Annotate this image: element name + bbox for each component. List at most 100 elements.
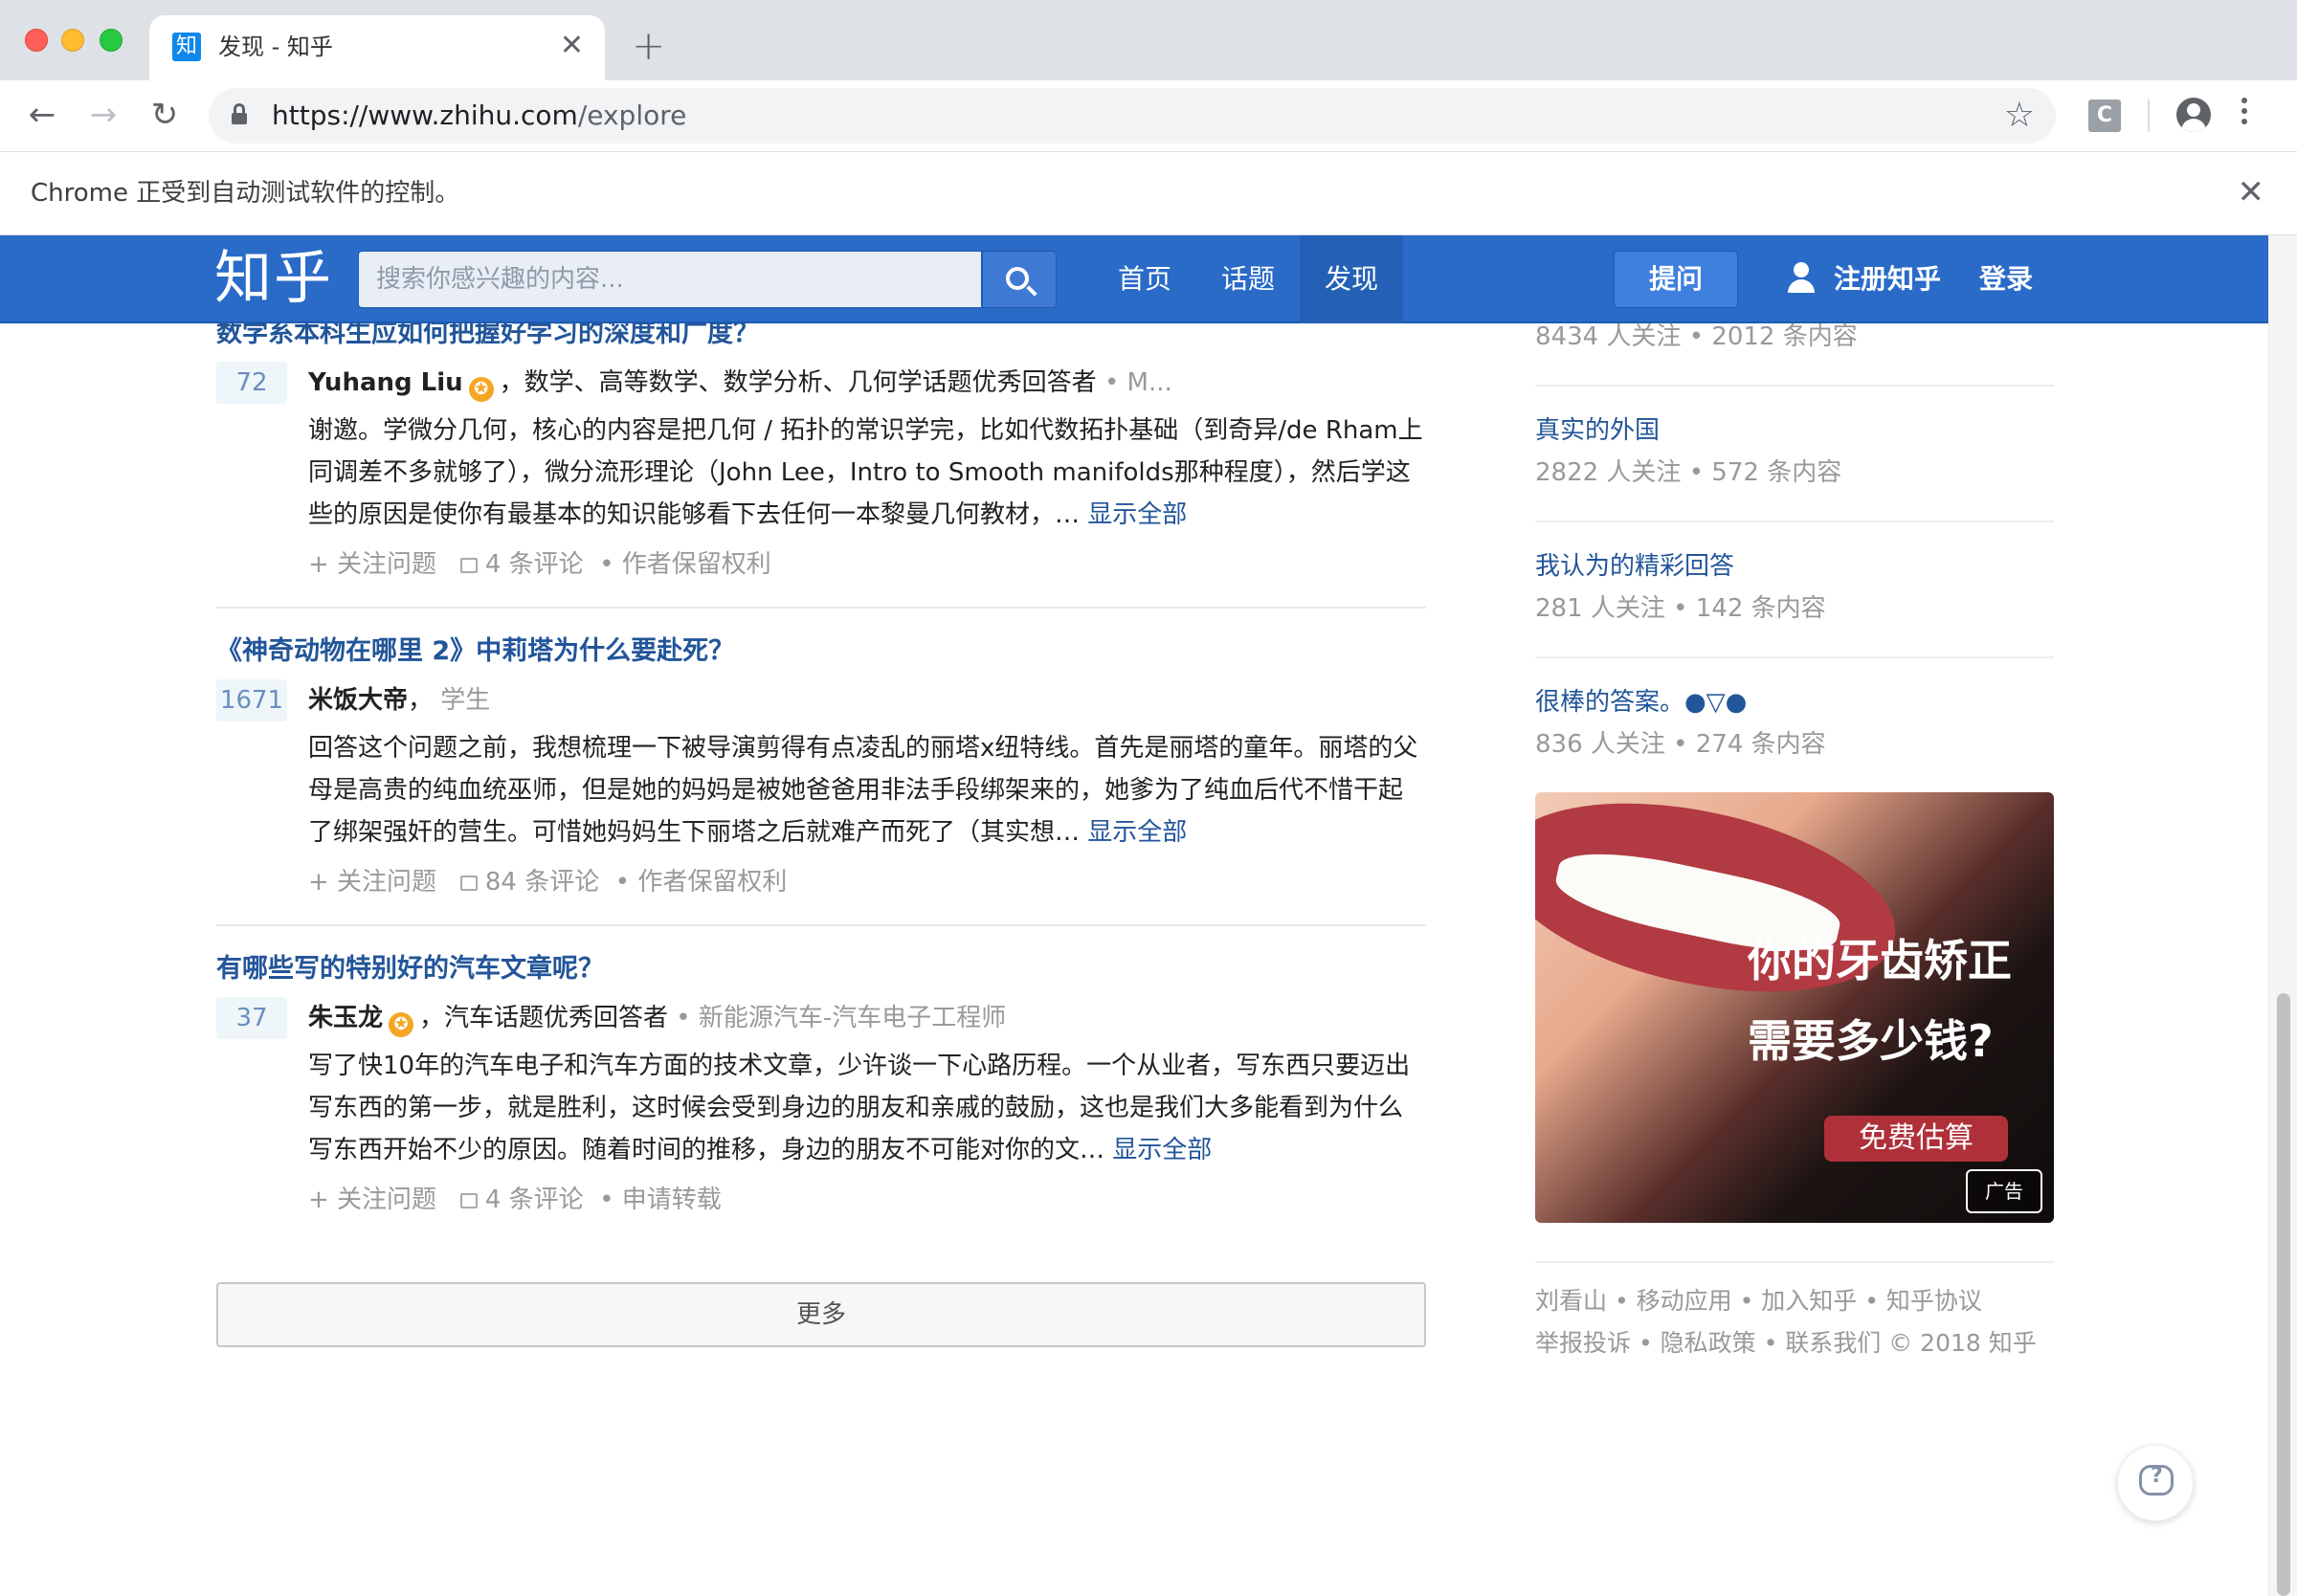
rights-text: • 作者保留权利: [614, 868, 788, 897]
vote-count[interactable]: 1671: [216, 679, 287, 721]
author-name[interactable]: Yuhang Liu: [308, 368, 463, 397]
sidebar-divider: [1535, 385, 2054, 387]
browser-tab[interactable]: 知 发现 - 知乎 ✕: [149, 15, 605, 80]
comments-link[interactable]: 4 条评论: [485, 550, 584, 579]
follow-question-link[interactable]: + 关注问题: [308, 1186, 436, 1214]
nav-topics[interactable]: 话题: [1196, 235, 1300, 323]
author-name[interactable]: 朱玉龙: [308, 1004, 383, 1032]
vote-count[interactable]: 37: [216, 997, 287, 1039]
author-bio-extra: • M...: [1096, 368, 1172, 397]
page-scrollbar[interactable]: [2268, 235, 2297, 1596]
vote-count[interactable]: 72: [216, 362, 287, 404]
collection-meta: 281 人关注 • 142 条内容: [1535, 594, 1826, 623]
author-name[interactable]: 米饭大帝: [308, 686, 408, 715]
ad-label: 广告: [1966, 1169, 2042, 1213]
sidebar-divider: [1535, 521, 2054, 522]
footer-links-row2[interactable]: 举报投诉 • 隐私政策 • 联系我们 © 2018 知乎: [1535, 1326, 2037, 1361]
login-link[interactable]: 登录: [1979, 235, 2033, 323]
follow-question-link[interactable]: + 关注问题: [308, 550, 436, 579]
close-window-button[interactable]: [25, 29, 48, 52]
ad-cta-button[interactable]: 免费估算: [1824, 1116, 2008, 1162]
comments-link[interactable]: 84 条评论: [485, 868, 599, 897]
tab-title: 发现 - 知乎: [218, 33, 333, 60]
search-placeholder: 搜索你感兴趣的内容...: [376, 265, 624, 294]
follow-question-link[interactable]: + 关注问题: [308, 868, 436, 897]
zhihu-header: 知乎 搜索你感兴趣的内容... 首页 话题 发现 提问 注册知乎 登录: [0, 235, 2268, 323]
answer-meta: + 关注问题 84 条评论 • 作者保留权利: [308, 865, 787, 899]
load-more-button[interactable]: 更多: [216, 1282, 1426, 1347]
scrollbar-thumb[interactable]: [2277, 993, 2290, 1596]
zhihu-logo[interactable]: 知乎: [214, 245, 333, 312]
automation-notice: Chrome 正受到自动测试软件的控制。: [31, 179, 460, 208]
show-all-link[interactable]: 显示全部: [1087, 500, 1187, 529]
rights-text: • 申请转载: [599, 1186, 722, 1214]
author-line: 米饭大帝， 学生: [308, 683, 490, 718]
ad-banner[interactable]: 你的牙齿矫正 需要多少钱? 免费估算 广告: [1535, 792, 2054, 1223]
answer-excerpt[interactable]: 回答这个问题之前，我想梳理一下被导演剪得有点凌乱的丽塔x纽特线。首先是丽塔的童年…: [308, 727, 1426, 853]
help-feedback-button[interactable]: [2117, 1445, 2194, 1521]
address-bar[interactable]: https://www.zhihu.com/explore ☆: [209, 88, 2056, 144]
comment-icon: [459, 1193, 478, 1208]
infobar-close-icon[interactable]: ✕: [2238, 173, 2265, 211]
sidebar-divider: [1535, 656, 2054, 658]
question-title[interactable]: 《神奇动物在哪里 2》中莉塔为什么要赴死？: [216, 635, 734, 668]
bookmark-star-icon[interactable]: ☆: [2004, 96, 2035, 136]
new-tab-button[interactable]: +: [632, 21, 665, 71]
forward-arrow-icon[interactable]: →: [80, 92, 126, 138]
answer-meta: + 关注问题 4 条评论 • 申请转载: [308, 1183, 722, 1217]
author-line: Yuhang Liu ✪ ，数学、高等数学、数学分析、几何学话题优秀回答者 • M.…: [308, 366, 1172, 402]
url-text[interactable]: https://www.zhihu.com/explore: [272, 100, 686, 132]
extension-icon[interactable]: C: [2088, 100, 2121, 132]
author-bio: ，: [408, 686, 434, 715]
help-chat-icon: [2139, 1464, 2174, 1496]
author-bio: ，汽车话题优秀回答者: [419, 1004, 669, 1032]
author-bio-extra: 学生: [433, 686, 491, 715]
ask-question-button[interactable]: 提问: [1614, 251, 1738, 308]
item-divider: [216, 607, 1426, 609]
nav-home[interactable]: 首页: [1093, 235, 1196, 323]
comments-link[interactable]: 4 条评论: [485, 1186, 584, 1214]
automation-infobar: Chrome 正受到自动测试软件的控制。 ✕: [0, 151, 2297, 235]
show-all-link[interactable]: 显示全部: [1112, 1136, 1212, 1164]
collection-name[interactable]: 很棒的答案。●▽●: [1535, 685, 1747, 720]
excellent-answerer-badge-icon: ✪: [468, 377, 494, 402]
user-icon: [1786, 262, 1817, 293]
minimize-window-button[interactable]: [61, 29, 84, 52]
page-viewport: 知乎 搜索你感兴趣的内容... 首页 话题 发现 提问 注册知乎 登录 数学系本…: [0, 235, 2297, 1596]
answer-excerpt[interactable]: 谢邀。学微分几何，核心的内容是把几何 / 拓扑的常识学完，比如代数拓扑基础（到奇…: [308, 410, 1426, 536]
author-bio: ，数学、高等数学、数学分析、几何学话题优秀回答者: [499, 368, 1097, 397]
register-link[interactable]: 注册知乎: [1834, 235, 1941, 323]
question-title[interactable]: 有哪些写的特别好的汽车文章呢？: [216, 953, 604, 986]
comment-icon: [459, 558, 478, 573]
toolbar-divider: [2148, 100, 2150, 132]
close-tab-icon[interactable]: ✕: [560, 29, 584, 63]
search-input[interactable]: 搜索你感兴趣的内容...: [358, 251, 982, 308]
excerpt-text: 写了快10年的汽车电子和汽车方面的技术文章，少许谈一下心路历程。一个从业者，写东…: [308, 1052, 1411, 1164]
excerpt-text: 回答这个问题之前，我想梳理一下被导演剪得有点凌乱的丽塔x纽特线。首先是丽塔的童年…: [308, 734, 1418, 847]
collection-meta: 8434 人关注 • 2012 条内容: [1535, 322, 1858, 351]
zhihu-favicon-icon: 知: [172, 33, 201, 61]
back-arrow-icon[interactable]: ←: [19, 92, 65, 138]
collection-meta: 836 人关注 • 274 条内容: [1535, 730, 1826, 759]
collection-name[interactable]: 真实的外国: [1535, 413, 1660, 448]
nav-explore[interactable]: 发现: [1300, 235, 1404, 323]
reload-icon[interactable]: ↻: [142, 92, 188, 138]
item-divider: [216, 924, 1426, 926]
profile-icon[interactable]: [2176, 98, 2211, 132]
collection-name[interactable]: 我认为的精彩回答: [1535, 549, 1734, 584]
ad-headline: 你的牙齿矫正: [1748, 935, 2012, 986]
search-icon: [1006, 267, 1029, 290]
show-all-link[interactable]: 显示全部: [1087, 818, 1187, 847]
comment-icon: [459, 876, 478, 891]
search-button[interactable]: [982, 251, 1057, 308]
lock-icon[interactable]: [232, 103, 247, 124]
author-line: 朱玉龙 ✪ ，汽车话题优秀回答者 • 新能源汽车-汽车电子工程师: [308, 1001, 1006, 1037]
footer-links-row1[interactable]: 刘看山 • 移动应用 • 加入知乎 • 知乎协议: [1535, 1284, 1982, 1319]
ad-subheadline: 需要多少钱?: [1748, 1015, 1994, 1067]
excerpt-text: 谢邀。学微分几何，核心的内容是把几何 / 拓扑的常识学完，比如代数拓扑基础（到奇…: [308, 416, 1423, 529]
answer-excerpt[interactable]: 写了快10年的汽车电子和汽车方面的技术文章，少许谈一下心路历程。一个从业者，写东…: [308, 1045, 1426, 1171]
answer-meta: + 关注问题 4 条评论 • 作者保留权利: [308, 547, 771, 582]
maximize-window-button[interactable]: [100, 29, 123, 52]
menu-dots-icon[interactable]: [2240, 98, 2249, 132]
rights-text: • 作者保留权利: [599, 550, 771, 579]
